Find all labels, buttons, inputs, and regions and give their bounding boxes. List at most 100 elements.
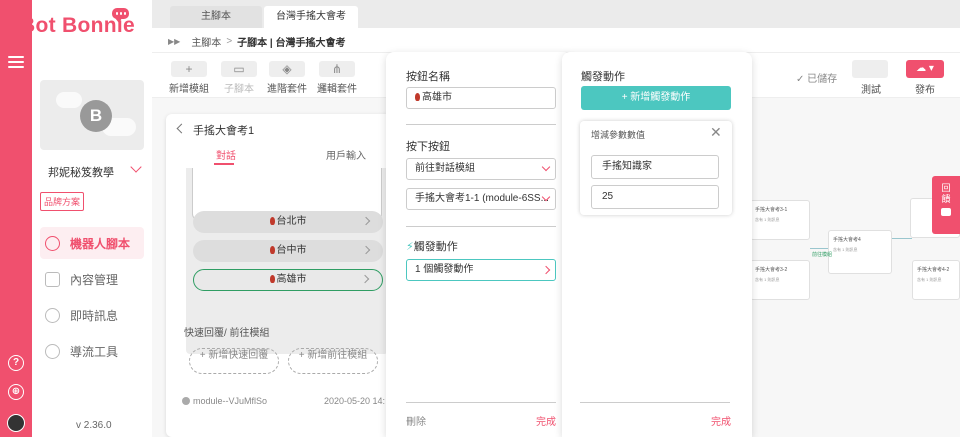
advanced-kit-button[interactable]: ◈ 進階套件 — [264, 61, 310, 95]
tab-dialog[interactable]: 對話 — [216, 147, 236, 162]
tab-user-input[interactable]: 用戶輸入 — [326, 147, 366, 162]
globe-icon[interactable]: ⊕ — [8, 384, 24, 400]
tab-underline — [214, 163, 234, 165]
trigger-done-button[interactable]: 完成 — [711, 413, 731, 428]
flow-node[interactable]: 手搖大會考4 含有 1 則訊息 — [828, 230, 892, 274]
back-arrow-icon[interactable] — [176, 123, 187, 134]
tool-label: 新增模組 — [169, 84, 209, 95]
flask-icon — [852, 60, 888, 78]
reply-button-label: 台北市 — [276, 216, 307, 227]
flow-node[interactable]: 手搖大會考3-2 含有 1 則訊息 — [750, 260, 810, 300]
node-sub: 含有 1 則訊息 — [833, 247, 858, 252]
param-name-select[interactable]: 手搖知識家 — [591, 155, 719, 179]
press-action-select[interactable]: 前往對話模組 — [406, 158, 556, 180]
nodes-icon: ⋔ — [319, 61, 355, 77]
target-module-select[interactable]: 手搖大會考1-1 (module-6SS... — [406, 188, 556, 210]
chevron-right-icon — [541, 265, 551, 275]
pin-icon — [269, 246, 275, 254]
sidebar-item-bot-script[interactable]: 機器人腳本 — [40, 227, 144, 259]
tab-bar: 主腳本 台灣手搖大會考 — [152, 0, 960, 28]
quick-reply-label: 快速回覆/ 前往模組 — [184, 328, 270, 339]
reply-button[interactable]: 台中市 — [193, 240, 383, 262]
publish-button[interactable]: ☁ ▾ 發布 — [906, 60, 944, 96]
flow-node[interactable]: 手搖大會考3-1 含有 1 則訊息 — [750, 200, 810, 240]
add-module-button[interactable]: + 新增模組 — [166, 61, 212, 95]
reply-button[interactable]: 台北市 — [193, 211, 383, 233]
trigger-panel-title: 觸發動作 — [581, 71, 625, 83]
bot-name[interactable]: 邦妮秘笈教學 — [48, 164, 114, 180]
preview-header: 手搖大會考1 — [166, 120, 392, 142]
press-button-label: 按下按鈕 — [406, 141, 450, 153]
button-name-input[interactable]: 高雄市 — [406, 87, 556, 109]
plan-badge: 品牌方案 — [40, 192, 85, 211]
sidebar-item-content[interactable]: 內容管理 — [40, 263, 144, 295]
delete-button[interactable]: 刪除 — [406, 413, 426, 428]
plus-icon: + — [171, 61, 207, 77]
module-id: module--VJuMflSo — [182, 396, 267, 406]
tool-label: 子腳本 — [224, 84, 254, 95]
cube-icon: ◈ — [269, 61, 305, 77]
reply-button-label: 高雄市 — [276, 274, 307, 285]
trigger-count-value: 1 個觸發動作 — [415, 264, 474, 275]
button-name-label: 按鈕名稱 — [406, 71, 450, 83]
funnel-icon — [45, 343, 60, 359]
reply-button-label: 台中市 — [276, 245, 307, 256]
trigger-action-text: 觸發動作 — [413, 241, 458, 253]
lightning-icon: ⚡ — [406, 241, 414, 253]
add-goto-module-button[interactable]: + 新增前往模組 — [288, 348, 378, 374]
divider — [406, 226, 556, 227]
chevron-right-icon — [360, 274, 370, 284]
trigger-count-button[interactable]: 1 個觸發動作 — [406, 259, 556, 281]
test-button[interactable]: 測試 — [852, 60, 890, 96]
chevron-right-icon — [361, 245, 371, 255]
breadcrumb: ▶▶ 主腳本 > 子腳本 | 台灣手搖大會考 — [168, 34, 346, 49]
done-button[interactable]: 完成 — [536, 413, 556, 428]
flow-node[interactable]: 手搖大會考4-2 含有 1 則訊息 — [912, 260, 960, 300]
add-quick-reply-button[interactable]: + 新增快速回覆 — [189, 348, 279, 374]
breadcrumb-root[interactable]: 主腳本 — [191, 34, 221, 49]
breadcrumb-separator: > — [226, 36, 233, 47]
target-module-value: 手搖大會考1-1 (module-6SS... — [415, 193, 549, 204]
bot-avatar: B — [80, 100, 112, 132]
menu-icon[interactable] — [8, 56, 24, 68]
saved-status: ✓ 已儲存 — [796, 74, 838, 85]
brand-rail: ? ⊕ — [0, 0, 32, 437]
tool-label: 進階套件 — [267, 84, 307, 95]
logic-kit-button[interactable]: ⋔ 邏輯套件 — [314, 61, 360, 95]
test-label: 測試 — [861, 85, 881, 96]
node-sub: 含有 1 則訊息 — [755, 277, 780, 282]
collapse-icon[interactable]: ▶▶ — [168, 37, 180, 46]
tab-main-script[interactable]: 主腳本 — [170, 6, 262, 28]
tool-label: 邏輯套件 — [317, 84, 357, 95]
avatar[interactable] — [7, 414, 25, 432]
help-icon[interactable]: ? — [8, 355, 24, 371]
saved-label: 已儲存 — [807, 74, 838, 85]
edge-label: 前往模組 — [812, 252, 833, 258]
sidebar-item-label: 導流工具 — [70, 344, 119, 359]
param-value-input[interactable]: 25 — [591, 185, 719, 209]
node-title: 手搖大會考4 — [833, 237, 861, 243]
tab-sub-script[interactable]: 台灣手搖大會考 — [264, 6, 358, 28]
button-name-value: 高雄市 — [422, 92, 452, 103]
breadcrumb-current: 子腳本 | 台灣手搖大會考 — [237, 38, 346, 49]
chat-icon — [45, 307, 60, 323]
node-title: 手搖大會考4-2 — [917, 267, 950, 273]
node-sub: 含有 1 則訊息 — [917, 277, 942, 282]
sidebar-item-live-chat[interactable]: 即時訊息 — [40, 299, 144, 331]
pin-icon — [415, 93, 420, 101]
feedback-tab[interactable]: 回饋 — [932, 176, 960, 234]
close-icon[interactable]: ✕ — [710, 125, 722, 139]
preview-title: 手搖大會考1 — [193, 125, 255, 137]
sidebar-item-label: 內容管理 — [70, 272, 119, 287]
content-icon — [45, 271, 60, 287]
reply-button-selected[interactable]: 高雄市 — [193, 269, 383, 291]
sidebar-item-traffic-tools[interactable]: 導流工具 — [40, 335, 144, 367]
add-trigger-button[interactable]: + 新增觸發動作 — [581, 86, 731, 110]
divider — [406, 124, 556, 125]
flow-edge — [892, 238, 912, 239]
sidebar: B — [32, 0, 152, 437]
press-action-value: 前往對話模組 — [415, 163, 475, 174]
module-date: 2020-05-20 14: — [324, 396, 386, 406]
sub-script-button[interactable]: ▭ 子腳本 — [216, 61, 262, 95]
module-id-text: module--VJuMflSo — [193, 396, 268, 406]
